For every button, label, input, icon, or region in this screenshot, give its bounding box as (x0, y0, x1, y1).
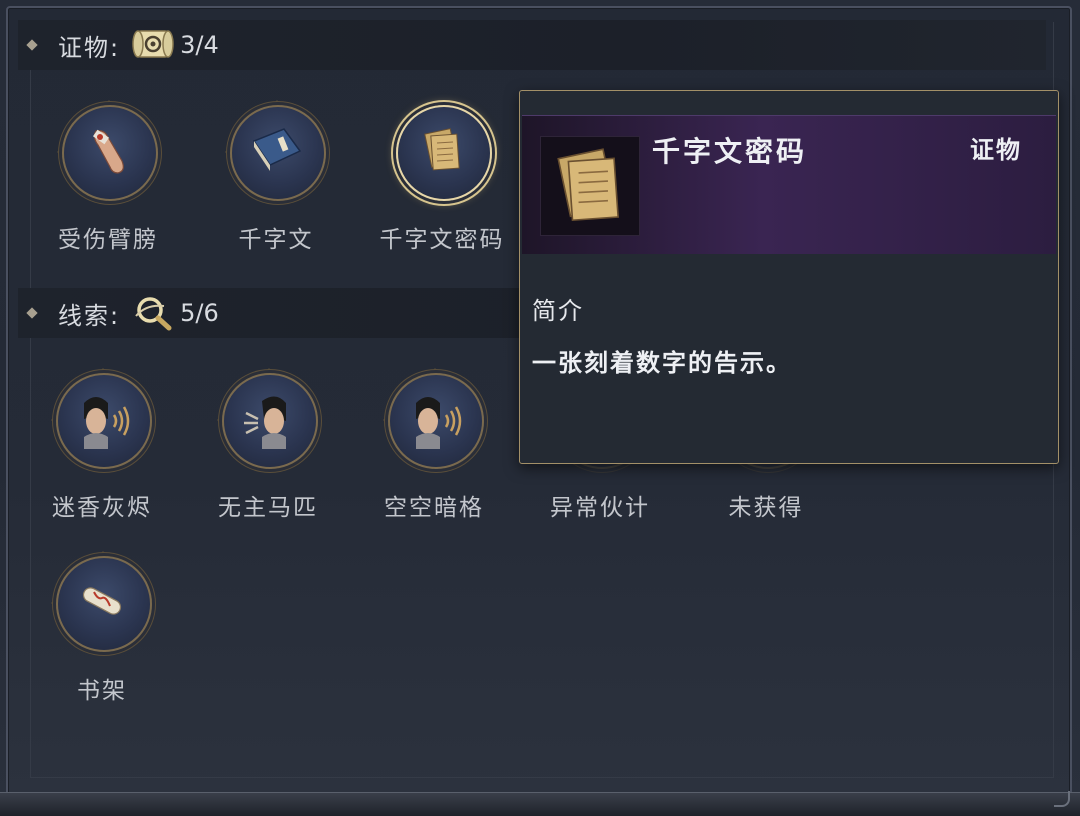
book-icon (252, 128, 302, 171)
scroll-roll-icon (82, 587, 122, 615)
diamond-bullet-icon (26, 39, 38, 51)
evidence-header: 证物: 3/4 (18, 20, 1046, 70)
tooltip-thumbnail (540, 136, 640, 236)
item-medallion (213, 364, 323, 474)
item-label: 受伤臂膀 (58, 227, 158, 253)
evidence-item-book[interactable]: 千字文 (211, 96, 341, 254)
tooltip-item-type: 证物 (970, 136, 1022, 164)
tooltip-header: 千字文密码 证物 (522, 115, 1056, 254)
item-label: 未获得 (728, 495, 804, 521)
clue-item-stray-horse[interactable]: 无主马匹 (203, 364, 333, 522)
game-panel-frame: 证物: 3/4 受伤臂膀 千字文 千字文密码 线索: 5/6 迷香灰烬 无主马匹… (0, 0, 1080, 816)
evidence-item-cipher-papers[interactable]: 千字文密码 (377, 96, 507, 254)
papers-icon (557, 148, 620, 222)
clue-item-bookshelf[interactable]: 书架 (37, 547, 167, 705)
evidence-item-injured-arm[interactable]: 受伤臂膀 (43, 96, 173, 254)
diamond-bullet-icon (26, 307, 38, 319)
evidence-title: 证物: (58, 33, 121, 62)
character-speaking-icon (244, 396, 286, 449)
item-medallion-selected (387, 96, 497, 206)
character-listening-icon (416, 397, 462, 449)
papers-icon (424, 128, 460, 171)
item-label: 千字文密码 (379, 227, 505, 253)
character-listening-icon (84, 397, 130, 449)
resize-corner-icon[interactable] (1054, 791, 1070, 807)
item-medallion (221, 96, 331, 206)
magnifier-icon (132, 294, 174, 332)
clue-item-empty-compartment[interactable]: 空空暗格 (369, 364, 499, 522)
clues-title: 线索: (58, 301, 121, 330)
evidence-count: 3/4 (180, 31, 219, 59)
injured-arm-icon (92, 129, 124, 174)
clues-count: 5/6 (180, 299, 219, 327)
item-label: 迷香灰烬 (52, 495, 152, 521)
tooltip-description: 一张刻着数字的告示。 (532, 349, 792, 377)
item-label: 异常伙计 (550, 495, 650, 521)
item-medallion (53, 96, 163, 206)
tooltip-section-title: 简介 (532, 297, 584, 325)
item-medallion (47, 547, 157, 657)
clue-item-incense-ashes[interactable]: 迷香灰烬 (37, 364, 167, 522)
item-medallion (379, 364, 489, 474)
item-medallion (47, 364, 157, 474)
item-label: 书架 (77, 678, 127, 704)
item-label: 无主马匹 (218, 495, 318, 521)
item-detail-tooltip: 千字文密码 证物 简介 一张刻着数字的告示。 (519, 90, 1059, 464)
scroll-icon (132, 27, 174, 63)
item-label: 空空暗格 (384, 495, 484, 521)
item-label: 千字文 (238, 227, 314, 253)
panel-bottom-bar (0, 792, 1080, 816)
tooltip-item-name: 千字文密码 (652, 135, 808, 168)
